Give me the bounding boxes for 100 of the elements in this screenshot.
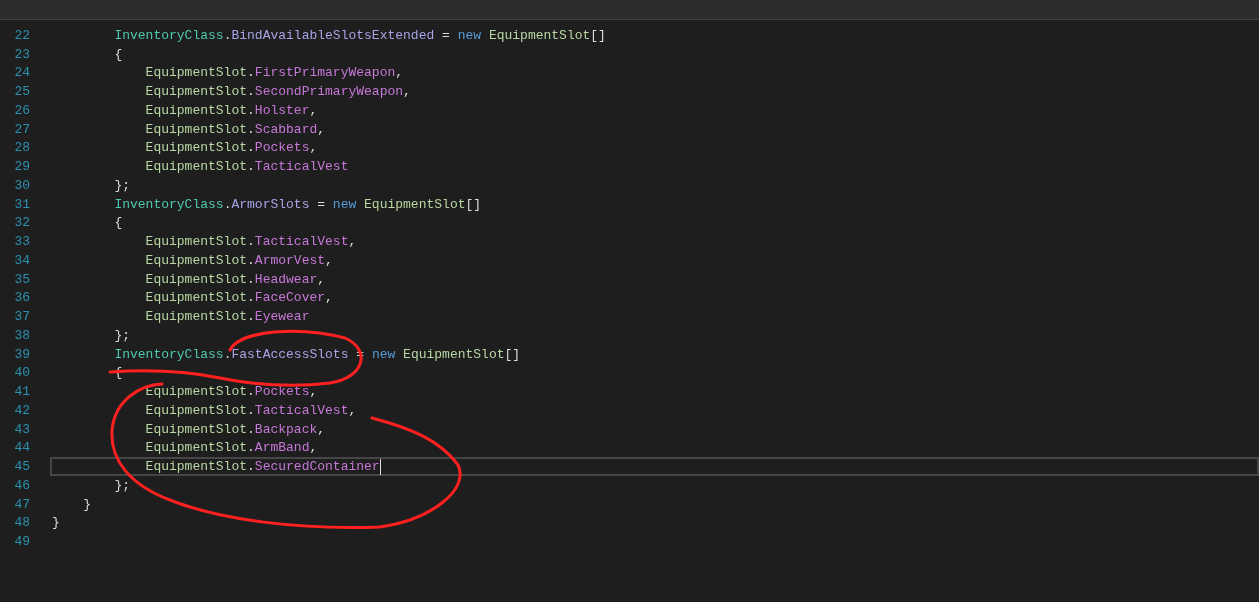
code-token: EquipmentSlot: [488, 27, 591, 43]
code-token: ,: [317, 121, 326, 137]
line-number: 27: [13, 121, 31, 137]
code-token: Backpack: [254, 421, 318, 437]
line-number: 31: [13, 196, 31, 212]
line-number: 45: [13, 459, 31, 475]
code-token: ArmBand: [254, 440, 310, 456]
code-token: ,: [325, 290, 333, 306]
code-token: InventoryClass: [114, 27, 224, 43]
code-token: TacticalVest: [254, 234, 349, 250]
line-number: 23: [13, 46, 31, 62]
code-token: EquipmentSlot: [145, 234, 248, 250]
code-token: new: [457, 27, 482, 43]
code-token: .: [247, 402, 255, 418]
code-token: FastAccessSlots: [231, 346, 349, 362]
line-number: 25: [13, 84, 31, 100]
code-token: ,: [348, 402, 357, 418]
line-number: 36: [13, 290, 31, 306]
code-token: };: [114, 177, 130, 193]
code-token: .: [247, 140, 255, 156]
code-token: .: [247, 271, 255, 287]
code-token: .: [223, 346, 232, 362]
code-token: {: [114, 215, 123, 231]
code-token: ,: [317, 421, 326, 437]
code-token: ,: [309, 384, 318, 400]
line-number: 49: [13, 534, 31, 550]
code-token: }: [83, 496, 91, 512]
code-token: ArmorVest: [254, 252, 326, 268]
code-token: .: [247, 421, 255, 437]
line-number: 35: [13, 271, 31, 287]
code-token: .: [247, 290, 255, 306]
code-token: SecondPrimaryWeapon: [254, 84, 404, 100]
code-token: }: [52, 515, 60, 531]
line-number: 38: [13, 327, 31, 343]
code-token: []: [465, 196, 482, 212]
code-token: EquipmentSlot: [145, 252, 248, 268]
code-token: .: [223, 196, 232, 212]
line-number: 39: [13, 346, 31, 362]
code-token: EquipmentSlot: [145, 440, 248, 456]
code-token: EquipmentSlot: [145, 65, 248, 81]
line-number: 28: [13, 140, 31, 156]
code-token: InventoryClass: [114, 196, 224, 212]
code-token: .: [247, 84, 255, 100]
code-token: ,: [309, 102, 318, 118]
text-cursor: [379, 458, 381, 475]
code-token: ,: [403, 84, 411, 100]
code-token: };: [114, 327, 130, 343]
code-token: Scabbard: [254, 121, 318, 137]
line-number: 24: [13, 65, 31, 81]
code-token: BindAvailableSlotsExtended: [231, 27, 435, 43]
line-number: 29: [13, 159, 31, 175]
code-token: Pockets: [254, 140, 310, 156]
code-token: ,: [317, 271, 326, 287]
line-number: 42: [13, 402, 31, 418]
code-token: new: [332, 196, 357, 212]
code-token: .: [247, 234, 255, 250]
code-token: ,: [325, 252, 333, 268]
code-token: EquipmentSlot: [145, 140, 248, 156]
code-token: Eyewear: [254, 309, 310, 325]
code-token: .: [223, 27, 232, 43]
line-number: 47: [13, 496, 31, 512]
code-token: .: [247, 65, 255, 81]
code-token: .: [247, 102, 255, 118]
code-token: []: [504, 346, 521, 362]
code-token: .: [247, 309, 255, 325]
line-number: 32: [13, 215, 31, 231]
code-token: ,: [309, 440, 318, 456]
code-token: ArmorSlots: [231, 196, 310, 212]
code-token: ,: [309, 140, 318, 156]
code-token: FirstPrimaryWeapon: [254, 65, 396, 81]
code-token: EquipmentSlot: [145, 402, 248, 418]
code-token: EquipmentSlot: [145, 159, 248, 175]
code-token: .: [247, 459, 255, 475]
line-number: 46: [13, 477, 31, 493]
code-token: {: [114, 46, 123, 62]
code-token: ,: [395, 65, 404, 81]
code-token: Headwear: [254, 271, 318, 287]
code-token: =: [441, 27, 451, 43]
line-number: 34: [13, 252, 31, 268]
line-number: 30: [13, 177, 31, 193]
code-token: EquipmentSlot: [145, 121, 248, 137]
code-token: []: [590, 27, 606, 43]
code-token: EquipmentSlot: [145, 421, 248, 437]
code-token: SecuredContainer: [254, 459, 380, 475]
code-token: TacticalVest: [254, 402, 349, 418]
code-token: .: [247, 440, 255, 456]
code-token: EquipmentSlot: [145, 309, 248, 325]
line-number: 26: [13, 102, 31, 118]
line-number: 41: [13, 384, 31, 400]
code-token: Pockets: [254, 384, 310, 400]
code-token: ,: [348, 234, 357, 250]
code-token: new: [371, 346, 396, 362]
line-number: 44: [13, 440, 31, 456]
code-token: .: [247, 384, 255, 400]
code-token: };: [114, 477, 130, 493]
line-number: 22: [13, 27, 31, 43]
line-number: 43: [13, 421, 31, 437]
code-token: .: [247, 252, 255, 268]
code-token: .: [247, 121, 255, 137]
code-token: =: [316, 196, 327, 212]
